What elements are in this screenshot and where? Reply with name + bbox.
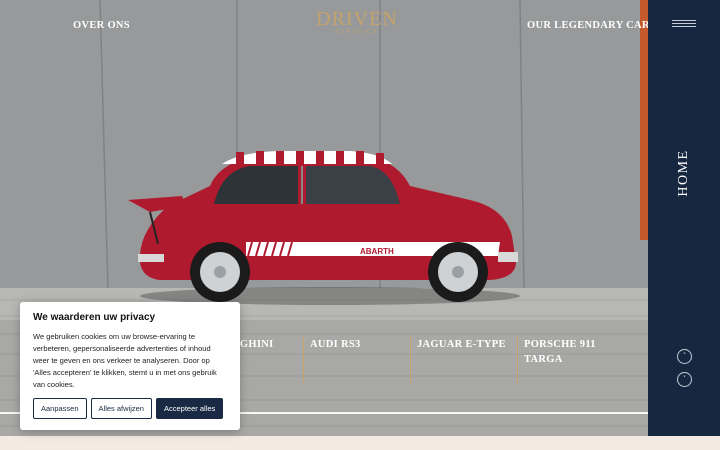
car-item-jaguar-e-type[interactable]: JAGUAR E-TYPE xyxy=(410,337,510,383)
footer-band xyxy=(0,436,720,450)
side-navigation: HOME xyxy=(648,0,720,436)
accept-all-button[interactable]: Accepteer alles xyxy=(155,398,224,419)
car-item-audi-rs3[interactable]: AUDI RS3 xyxy=(303,337,403,383)
customize-button[interactable]: Aanpassen xyxy=(33,398,87,419)
page: ABARTH OVER ONS DRIVEN CLASSICS OUR LEGE… xyxy=(0,0,720,450)
cookie-consent-banner: We waarderen uw privacy We gebruiken coo… xyxy=(20,302,240,430)
logo-wordmark: DRIVEN xyxy=(316,8,398,30)
reject-all-button[interactable]: Alles afwijzen xyxy=(90,398,152,419)
logo[interactable]: DRIVEN CLASSICS xyxy=(307,8,407,35)
cookie-banner-text: We gebruiken cookies om uw browse-ervari… xyxy=(33,332,217,389)
car-item-porsche-911-targa[interactable]: PORSCHE 911 TARGA xyxy=(517,337,617,383)
hamburger-icon[interactable] xyxy=(672,20,696,30)
chevron-down-icon[interactable]: ˅ xyxy=(677,372,692,387)
cookie-button-group: Aanpassen Alles afwijzen Accepteer alles xyxy=(33,398,224,419)
page-label: HOME xyxy=(670,148,698,198)
nav-link-over-ons[interactable]: OVER ONS xyxy=(73,20,130,31)
chevron-up-icon[interactable]: ˄ xyxy=(677,349,692,364)
cookie-banner-title: We waarderen uw privacy xyxy=(33,312,156,323)
page-label-text: HOME xyxy=(676,149,691,197)
nav-link-legendary-cars[interactable]: OUR LEGENDARY CARS xyxy=(527,20,656,31)
logo-subtitle: CLASSICS xyxy=(335,29,379,35)
car-badge-text: ABARTH xyxy=(360,247,394,256)
